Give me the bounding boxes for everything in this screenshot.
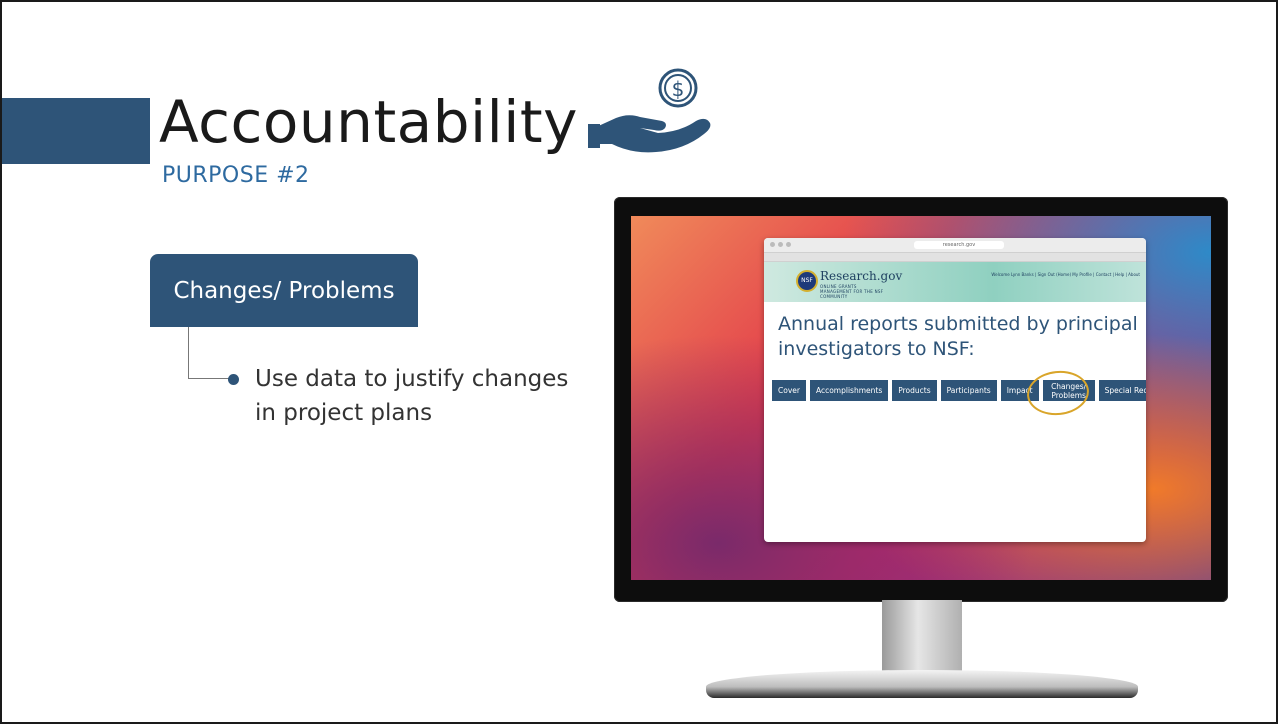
report-heading: Annual reports submitted by principal in… <box>778 313 1138 360</box>
nsf-logo-icon: NSF <box>796 270 818 292</box>
bullet-text: Use data to justify changes in project p… <box>255 366 569 426</box>
site-name[interactable]: Research.gov <box>820 269 902 283</box>
card-label: Changes/ Problems <box>173 277 395 304</box>
tab-special-reqs[interactable]: Special Req's <box>1098 380 1146 401</box>
changes-problems-card: Changes/ Problems <box>150 254 418 327</box>
svg-text:$: $ <box>672 77 685 101</box>
slide-title: Accountability <box>159 88 578 156</box>
slide: Accountability $ PURPOSE #2 Changes/ Pro… <box>0 0 1278 724</box>
browser-chrome: research.gov <box>764 238 1146 253</box>
monitor: research.gov NSF Research.gov ONLINE GRA… <box>614 197 1228 602</box>
window-controls <box>770 242 791 247</box>
report-tabs: Cover Accomplishments Products Participa… <box>772 380 1146 401</box>
tab-impact[interactable]: Impact <box>1000 380 1039 401</box>
slide-subtitle: PURPOSE #2 <box>162 163 310 188</box>
site-tagline: ONLINE GRANTS MANAGEMENT FOR THE NSF COM… <box>820 284 884 299</box>
title-accent-bar <box>2 98 150 164</box>
tab-changes-problems[interactable]: Changes/ Problems <box>1042 380 1095 401</box>
monitor-screen: research.gov NSF Research.gov ONLINE GRA… <box>631 216 1211 580</box>
monitor-stand-base <box>706 670 1138 698</box>
tab-accomplishments[interactable]: Accomplishments <box>809 380 889 401</box>
browser-tabstrip <box>764 253 1146 262</box>
tab-products[interactable]: Products <box>892 380 937 401</box>
bullet-dot <box>228 374 239 385</box>
hand-coin-icon: $ <box>588 68 711 153</box>
connector-line <box>188 327 232 379</box>
address-bar[interactable]: research.gov <box>914 241 1004 249</box>
monitor-stand-neck <box>882 600 962 676</box>
tab-participants[interactable]: Participants <box>940 380 997 401</box>
header-links[interactable]: Welcome Lynn Banks | Sign Out (Home) My … <box>991 272 1140 277</box>
site-header: NSF Research.gov ONLINE GRANTS MANAGEMEN… <box>764 262 1146 302</box>
tab-cover[interactable]: Cover <box>772 380 806 401</box>
browser-window: research.gov NSF Research.gov ONLINE GRA… <box>764 238 1146 542</box>
